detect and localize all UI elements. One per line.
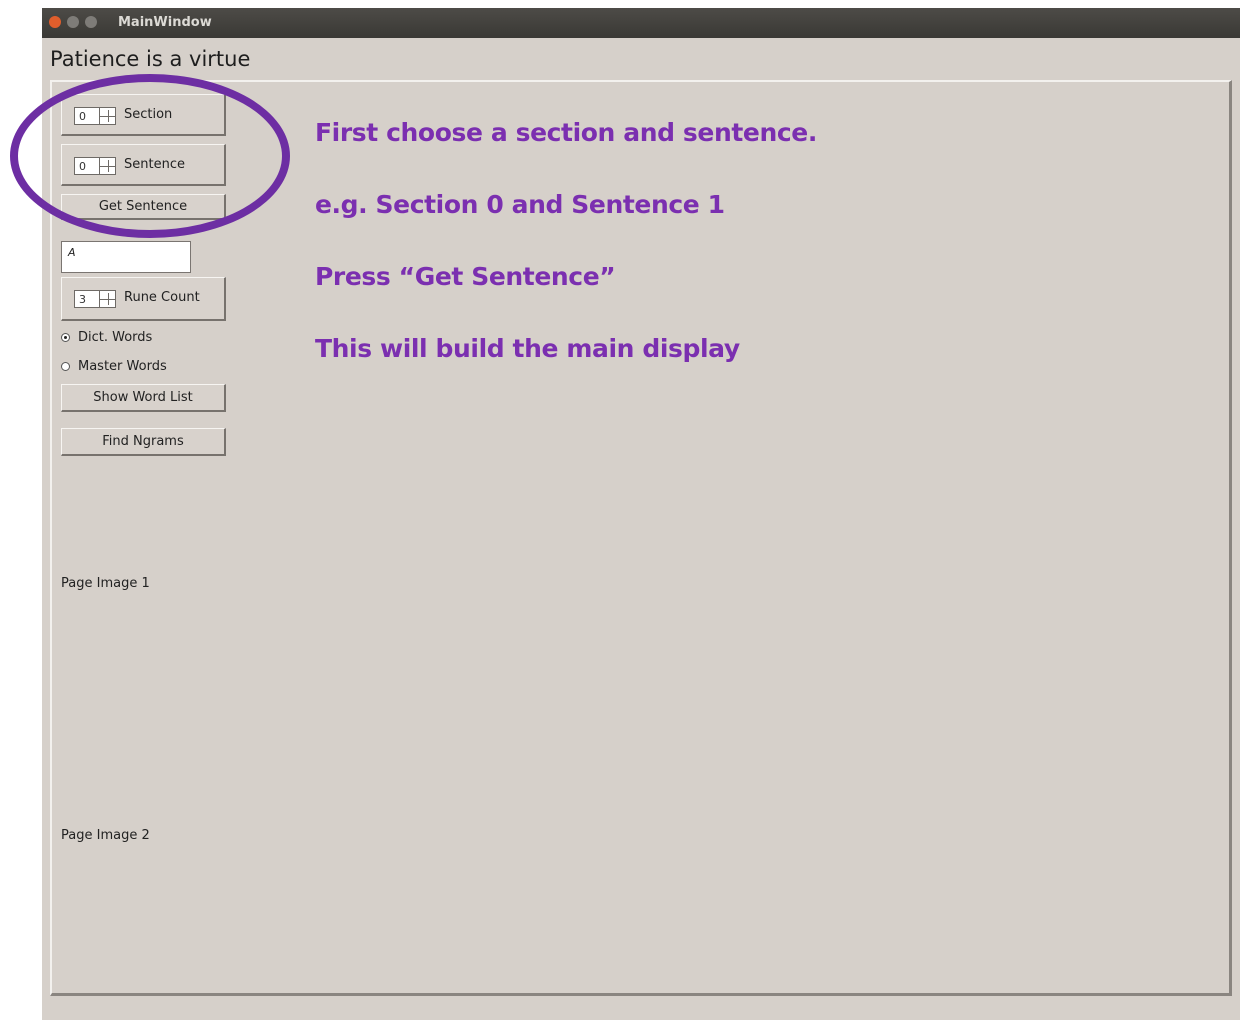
radio-master-label: Master Words [78, 359, 167, 374]
close-icon[interactable] [49, 16, 61, 28]
section-label: Section [124, 107, 173, 122]
app-heading: Patience is a virtue [50, 47, 251, 71]
main-window: MainWindow Patience is a virtue 0 Sectio… [10, 8, 1240, 1020]
show-word-list-button[interactable]: Show Word List [61, 384, 226, 412]
radio-unselected-icon[interactable] [61, 362, 70, 371]
radio-dict-words[interactable]: Dict. Words [61, 330, 152, 345]
sentence-button[interactable]: 0 Sentence [61, 144, 226, 186]
spin-arrows-icon[interactable] [99, 291, 115, 307]
letter-input[interactable]: A [61, 241, 191, 273]
page-image-2-label: Page Image 2 [61, 828, 150, 843]
annotation-line-3: Press “Get Sentence” [315, 262, 616, 291]
sentence-spinbox[interactable]: 0 [74, 157, 116, 175]
radio-dict-label: Dict. Words [78, 330, 153, 345]
spin-arrows-icon[interactable] [99, 108, 115, 124]
rune-count-spinbox[interactable]: 3 [74, 290, 116, 308]
window-title: MainWindow [118, 15, 212, 30]
minimize-icon[interactable] [67, 16, 79, 28]
annotation-line-4: This will build the main display [315, 334, 740, 363]
sentence-label: Sentence [124, 157, 185, 172]
get-sentence-button[interactable]: Get Sentence [61, 194, 226, 220]
section-spinbox[interactable]: 0 [74, 107, 116, 125]
rune-count-label: Rune Count [124, 290, 200, 305]
title-bar[interactable]: MainWindow [42, 8, 1240, 38]
rune-count-value: 3 [79, 292, 86, 306]
maximize-icon[interactable] [85, 16, 97, 28]
annotation-line-2: e.g. Section 0 and Sentence 1 [315, 190, 725, 219]
radio-selected-icon[interactable] [61, 333, 70, 342]
find-ngrams-button[interactable]: Find Ngrams [61, 428, 226, 456]
radio-master-words[interactable]: Master Words [61, 359, 167, 374]
sentence-value: 0 [79, 159, 86, 173]
annotation-line-1: First choose a section and sentence. [315, 118, 817, 147]
rune-count-button[interactable]: 3 Rune Count [61, 277, 226, 321]
spin-arrows-icon[interactable] [99, 158, 115, 174]
section-button[interactable]: 0 Section [61, 94, 226, 136]
section-value: 0 [79, 109, 86, 123]
page-image-1-label: Page Image 1 [61, 576, 150, 591]
